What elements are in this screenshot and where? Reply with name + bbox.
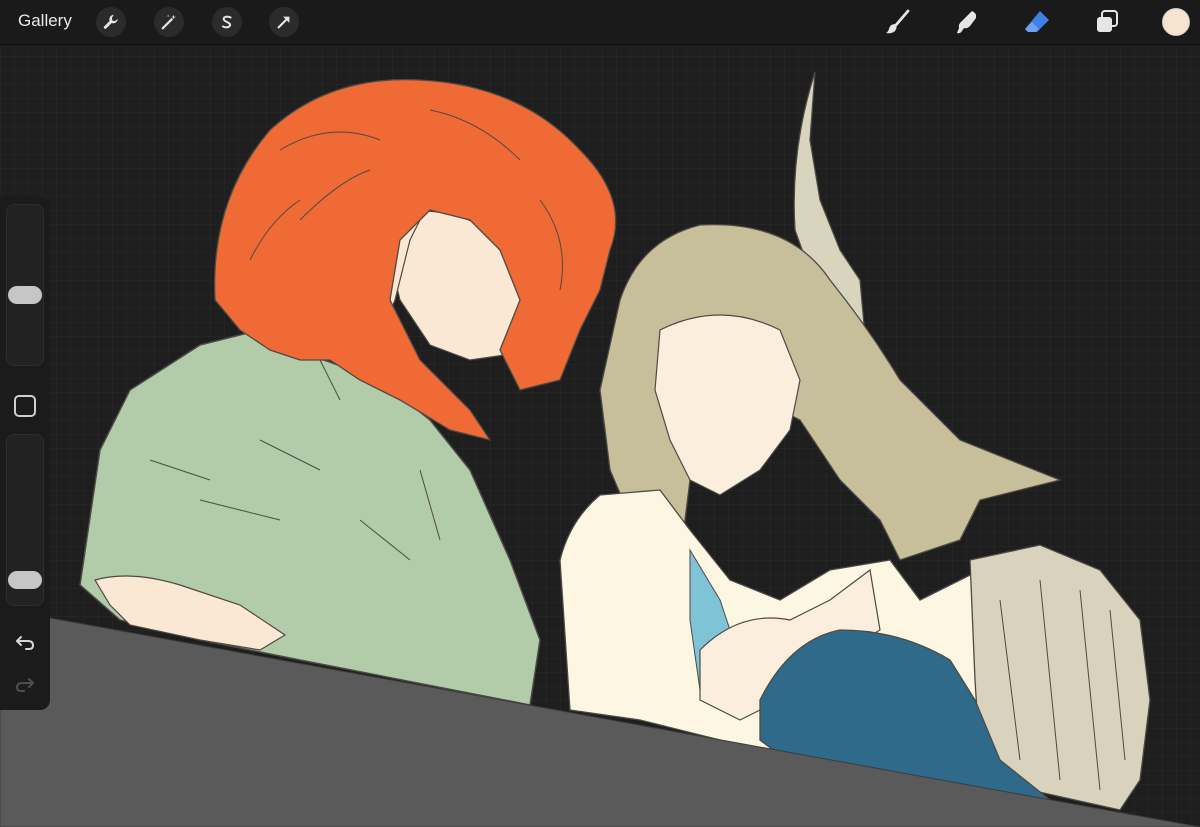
modify-button[interactable] xyxy=(14,395,36,417)
eraser-icon xyxy=(1025,11,1049,32)
smudge-icon xyxy=(957,11,977,34)
drawing-canvas[interactable] xyxy=(0,0,1200,827)
brush-size-thumb[interactable] xyxy=(8,285,42,304)
layers-tool[interactable] xyxy=(1091,6,1123,38)
layers-icon xyxy=(1097,10,1118,32)
transform-arrow-icon xyxy=(277,16,290,29)
actions-button[interactable] xyxy=(96,7,126,37)
left-sidebar xyxy=(0,196,50,710)
selection-s-icon xyxy=(221,15,232,29)
opacity-slider[interactable] xyxy=(6,434,44,606)
top-toolbar: Gallery xyxy=(0,0,1200,45)
adjustments-button[interactable] xyxy=(154,7,184,37)
opacity-thumb[interactable] xyxy=(8,571,42,589)
gallery-button[interactable]: Gallery xyxy=(18,11,72,31)
brush-size-slider[interactable] xyxy=(6,204,44,366)
brush-tool[interactable] xyxy=(882,6,914,38)
eraser-tool[interactable] xyxy=(1021,6,1053,38)
magic-wand-icon xyxy=(161,14,177,30)
redo-icon xyxy=(15,678,34,692)
smudge-tool[interactable] xyxy=(951,6,983,38)
selection-button[interactable] xyxy=(212,7,242,37)
wrench-icon xyxy=(103,14,118,29)
undo-button[interactable] xyxy=(10,630,40,656)
brush-icon xyxy=(886,9,910,34)
color-swatch[interactable] xyxy=(1162,8,1190,36)
undo-icon xyxy=(16,636,35,650)
transform-button[interactable] xyxy=(269,7,299,37)
procreate-app: Gallery xyxy=(0,0,1200,827)
redo-button[interactable] xyxy=(10,672,40,698)
